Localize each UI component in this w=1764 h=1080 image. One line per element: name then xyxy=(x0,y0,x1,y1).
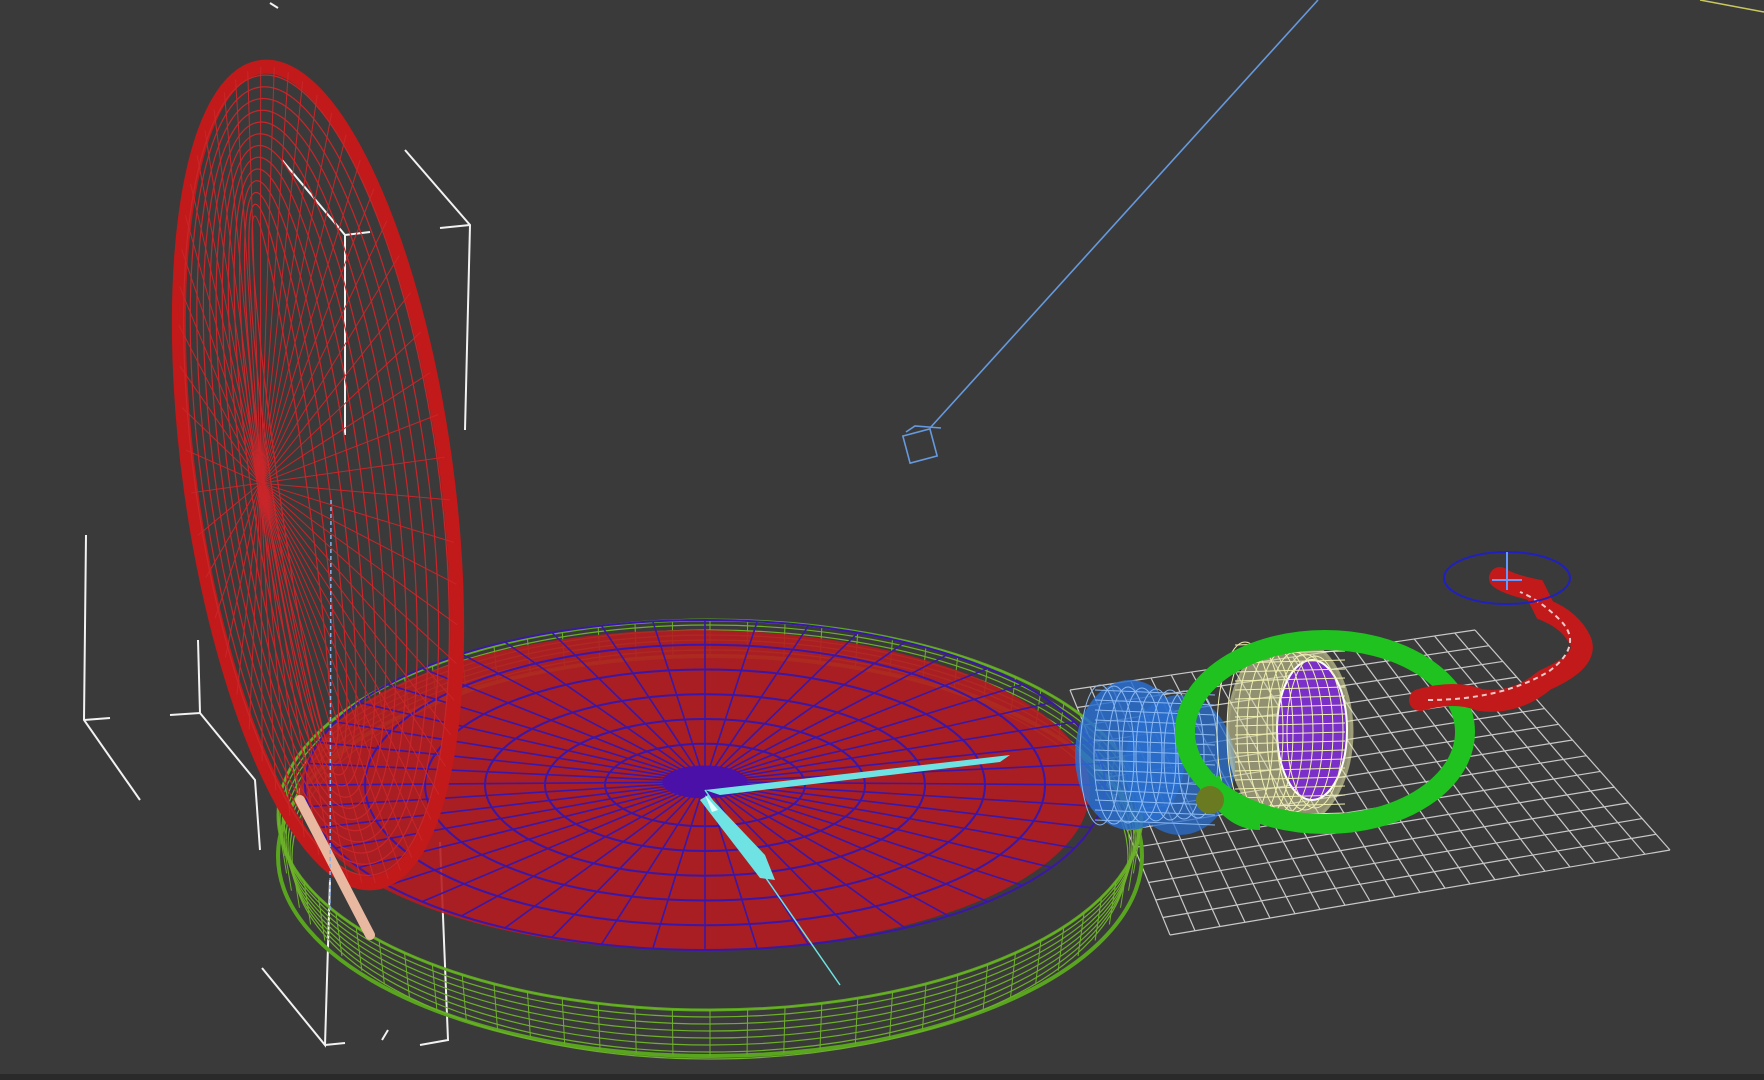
watch-face-inner[interactable] xyxy=(304,619,1106,951)
perspective-viewport[interactable] xyxy=(0,0,1764,1080)
case-meridian xyxy=(671,1009,674,1056)
case-meridian xyxy=(746,1009,749,1056)
viewport-bottom-border xyxy=(0,1074,1764,1080)
scene-canvas[interactable] xyxy=(0,0,1764,1080)
